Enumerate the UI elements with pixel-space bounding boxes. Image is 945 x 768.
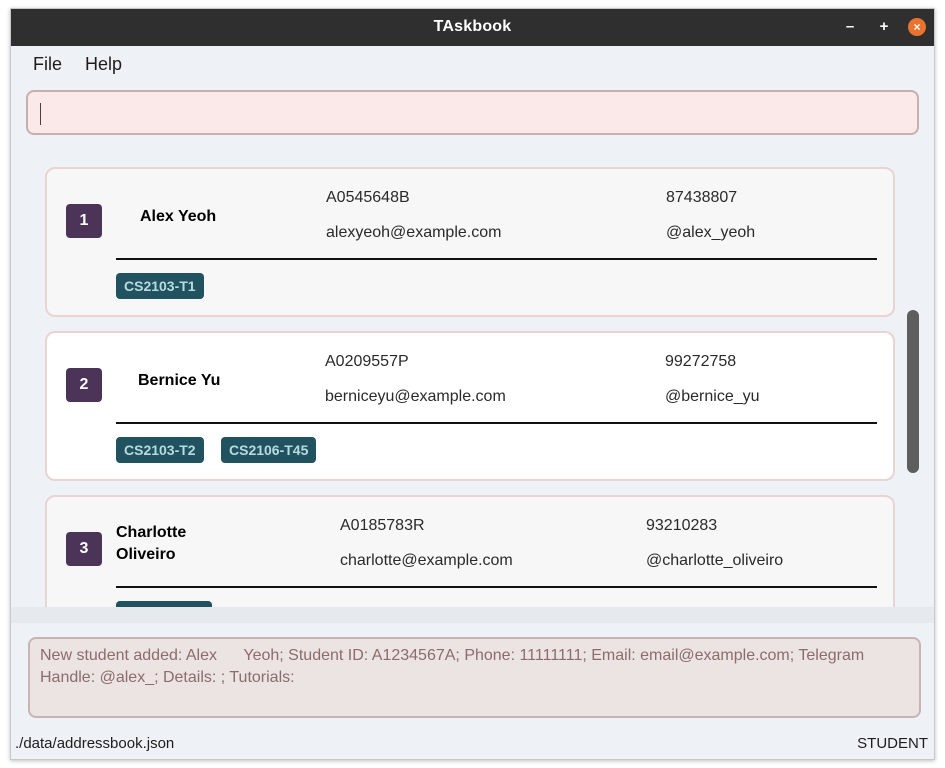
tutorial-tag: CS2106-T45 bbox=[221, 437, 317, 463]
window-title: TAskbook bbox=[433, 18, 512, 35]
student-name: Bernice Yu bbox=[138, 372, 221, 389]
index-badge: 2 bbox=[66, 368, 102, 402]
index-badge: 1 bbox=[66, 204, 102, 238]
student-telegram: @bernice_yu bbox=[665, 388, 760, 405]
mode-indicator: STUDENT bbox=[857, 735, 928, 752]
app-window: TAskbook – + × File Help 1 Alex Yeoh A05… bbox=[10, 8, 935, 760]
title-bar[interactable]: TAskbook – + × bbox=[11, 9, 934, 46]
student-email: alexyeoh@example.com bbox=[326, 224, 502, 241]
student-email: charlotte@example.com bbox=[340, 552, 513, 569]
panel-divider bbox=[11, 607, 934, 623]
student-card[interactable]: 2 Bernice Yu A0209557P berniceyu@example… bbox=[45, 331, 895, 481]
student-list[interactable]: 1 Alex Yeoh A0545648B alexyeoh@example.c… bbox=[11, 152, 934, 607]
tutorial-tag: CS2103-T2 bbox=[116, 437, 204, 463]
result-display: New student added: Alex Yeoh; Student ID… bbox=[28, 637, 921, 718]
text-caret bbox=[40, 103, 41, 125]
index-badge: 3 bbox=[66, 532, 102, 566]
menu-help[interactable]: Help bbox=[85, 54, 122, 75]
close-icon[interactable]: × bbox=[908, 18, 926, 36]
card-divider bbox=[116, 586, 877, 588]
card-divider bbox=[116, 258, 877, 260]
save-file-path: ./data/addressbook.json bbox=[15, 735, 175, 752]
command-input[interactable] bbox=[26, 90, 919, 135]
student-phone: 93210283 bbox=[646, 517, 718, 534]
tutorial-tag: CS2103-T1 bbox=[116, 273, 204, 299]
list-scrollbar[interactable] bbox=[907, 310, 919, 473]
student-card[interactable]: 1 Alex Yeoh A0545648B alexyeoh@example.c… bbox=[45, 167, 895, 317]
student-card[interactable]: 3 Charlotte Oliveiro A0185783R charlotte… bbox=[45, 495, 895, 607]
student-id: A0185783R bbox=[340, 517, 425, 534]
student-phone: 87438807 bbox=[666, 189, 738, 206]
card-divider bbox=[116, 422, 877, 424]
student-phone: 99272758 bbox=[665, 353, 737, 370]
student-id: A0209557P bbox=[325, 353, 409, 370]
student-name: Alex Yeoh bbox=[140, 208, 217, 225]
student-email: berniceyu@example.com bbox=[325, 388, 506, 405]
menu-file[interactable]: File bbox=[33, 54, 62, 75]
student-name-line2: Oliveiro bbox=[116, 546, 176, 563]
minimize-icon[interactable]: – bbox=[841, 18, 859, 36]
status-bar: ./data/addressbook.json STUDENT bbox=[11, 731, 934, 759]
menu-bar: File Help bbox=[11, 46, 934, 84]
student-telegram: @charlotte_oliveiro bbox=[646, 552, 784, 569]
student-name-line1: Charlotte bbox=[116, 524, 187, 541]
student-id: A0545648B bbox=[326, 189, 410, 206]
maximize-icon[interactable]: + bbox=[875, 18, 893, 36]
student-telegram: @alex_yeoh bbox=[666, 224, 756, 241]
